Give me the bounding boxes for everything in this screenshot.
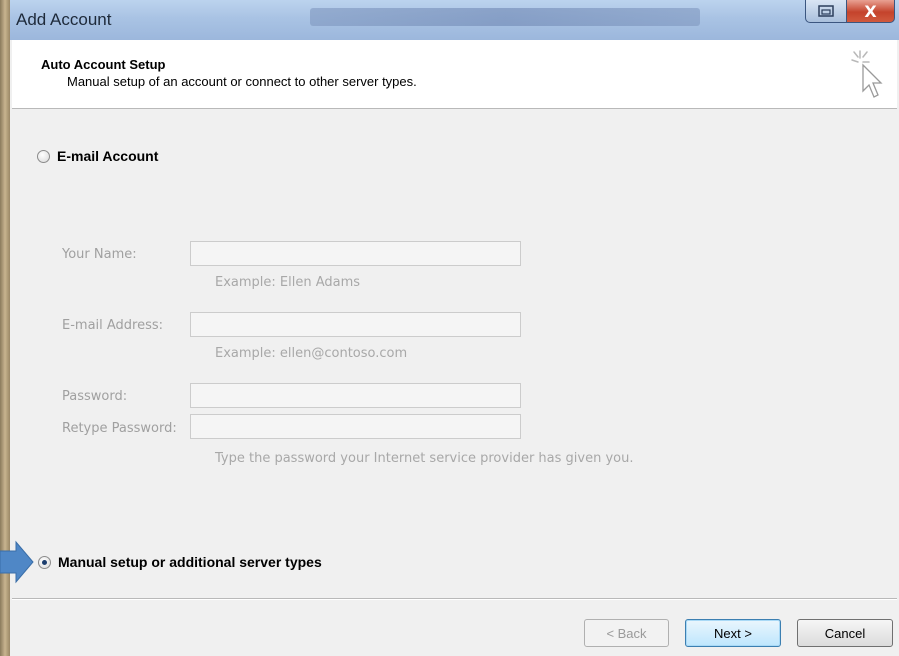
your-name-hint: Example: Ellen Adams [215, 275, 361, 290]
manual-setup-radio[interactable] [38, 556, 51, 569]
cancel-button[interactable]: Cancel [797, 619, 893, 647]
password-input[interactable] [190, 383, 521, 408]
retype-password-input[interactable] [190, 414, 521, 439]
add-account-dialog: Add Account X Auto Account Setup Manual … [10, 0, 899, 656]
email-address-input[interactable] [190, 312, 521, 337]
close-button[interactable]: X [846, 0, 895, 23]
footer-divider [12, 598, 897, 600]
title-bar[interactable]: Add Account X [10, 0, 899, 40]
email-account-label[interactable]: E-mail Account [57, 148, 158, 164]
back-button[interactable]: < Back [584, 619, 669, 647]
your-name-label: Your Name: [62, 247, 137, 262]
restore-icon [818, 5, 834, 17]
window-title: Add Account [16, 10, 112, 29]
email-address-hint: Example: ellen@contoso.com [215, 346, 408, 361]
your-name-input[interactable] [190, 241, 521, 266]
restore-button[interactable] [805, 0, 847, 23]
manual-setup-label[interactable]: Manual setup or additional server types [58, 554, 322, 570]
password-label: Password: [62, 389, 128, 404]
page-subtitle: Manual setup of an account or connect to… [67, 74, 417, 89]
next-button[interactable]: Next > [685, 619, 781, 647]
page-title: Auto Account Setup [41, 57, 166, 72]
wizard-header: Auto Account Setup Manual setup of an ac… [12, 40, 897, 109]
blurred-taskbar-text [310, 8, 700, 26]
email-address-label: E-mail Address: [62, 318, 164, 333]
retype-password-label: Retype Password: [62, 421, 177, 436]
magic-cursor-icon [851, 50, 883, 98]
password-hint: Type the password your Internet service … [215, 451, 634, 466]
pointer-arrow-icon [0, 540, 34, 584]
close-icon: X [864, 1, 877, 21]
email-account-radio[interactable] [37, 150, 50, 163]
